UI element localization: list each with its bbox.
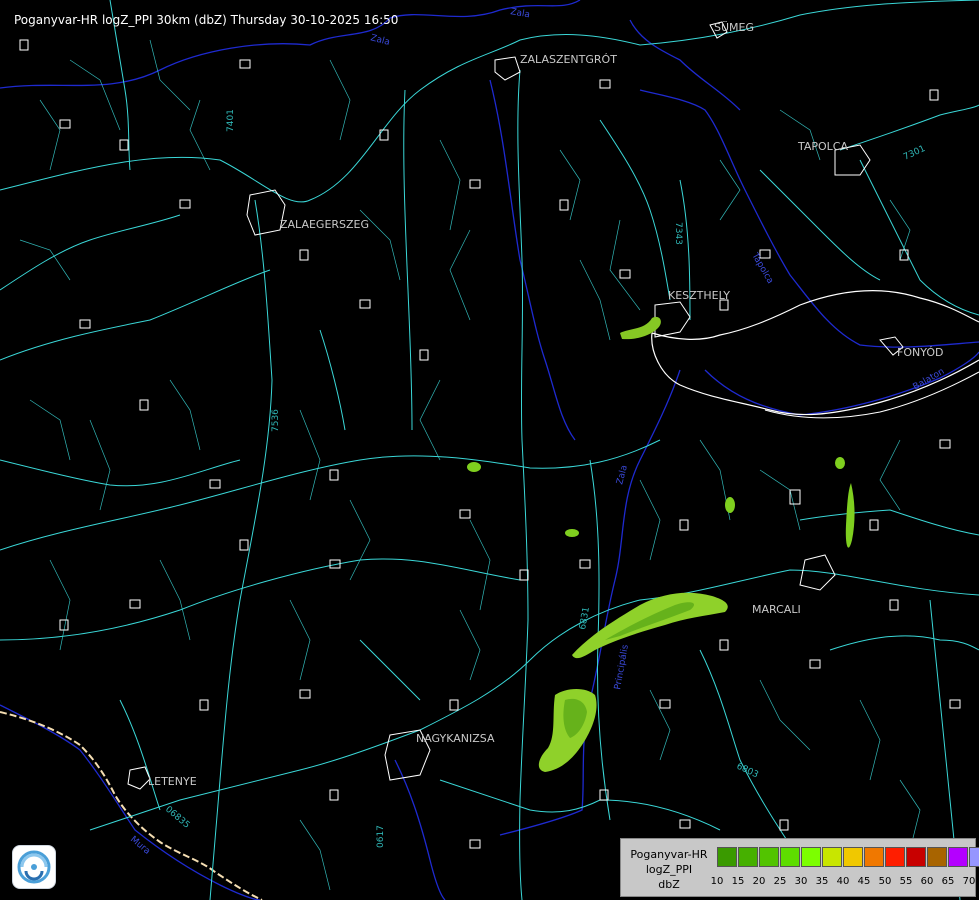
town-label-nagykanizsa: NAGYKANIZSA: [416, 732, 495, 745]
legend-swatches: [717, 847, 979, 867]
legend-tick-label: 40: [836, 876, 850, 887]
legend-swatch: [843, 847, 863, 867]
legend-swatch: [969, 847, 979, 867]
legend-swatch: [885, 847, 905, 867]
legend-swatch: [801, 847, 821, 867]
legend-swatch: [927, 847, 947, 867]
legend-swatch: [759, 847, 779, 867]
legend-tick-label: 60: [920, 876, 934, 887]
legend-swatch: [822, 847, 842, 867]
legend-radar-name: Poganyvar-HR: [630, 848, 708, 861]
legend-swatch: [864, 847, 884, 867]
weather-service-logo-icon: [12, 845, 56, 889]
town-label-zalaszentgrot: ZALASZENTGRÓT: [520, 53, 617, 66]
radar-map[interactable]: SÜMEG ZALASZENTGRÓT TAPOLCA ZALAEGERSZEG…: [0, 0, 979, 900]
town-label-zalaegerszeg: ZALAEGERSZEG: [280, 218, 369, 231]
town-label-sumeg: SÜMEG: [714, 21, 754, 34]
town-label-tapolca: TAPOLCA: [797, 140, 848, 153]
legend-tick-label: 15: [731, 876, 745, 887]
road-label-7536: 7536: [271, 409, 281, 432]
legend-tick-label: 65: [941, 876, 955, 887]
legend-swatch: [780, 847, 800, 867]
legend-swatch: [717, 847, 737, 867]
road-label-0617: 0617: [376, 825, 386, 848]
legend-label: Poganyvar-HR logZ_PPI dbZ: [625, 847, 713, 892]
legend-tick-label: 50: [878, 876, 892, 887]
town-label-marcali: MARCALI: [752, 603, 801, 616]
echo-small-4: [835, 457, 845, 469]
legend-swatch: [906, 847, 926, 867]
echo-small-2: [565, 529, 579, 537]
legend-tick-label: 45: [857, 876, 871, 887]
legend-tick-label: 20: [752, 876, 766, 887]
legend-tick-label: 25: [773, 876, 787, 887]
legend-ticks: 10 15 20 25 30 35 40 45 50 55 60 65 70: [710, 876, 976, 890]
legend-tick-label: 30: [794, 876, 808, 887]
legend-tick-label: 70: [962, 876, 976, 887]
road-label-7401: 7401: [226, 109, 236, 132]
town-label-keszthely: KESZTHELY: [668, 289, 730, 302]
legend-tick-label: 35: [815, 876, 829, 887]
road-label-7343: 7343: [673, 222, 683, 245]
map-background: [0, 0, 979, 900]
legend-unit: dbZ: [658, 878, 680, 891]
town-label-letenye: LETENYE: [148, 775, 197, 788]
echo-small-3: [725, 497, 735, 513]
legend-swatch: [738, 847, 758, 867]
town-label-fonyod: FONYÓD: [897, 346, 943, 359]
dbz-color-legend: Poganyvar-HR logZ_PPI dbZ 10 15 20 25 30 35 40…: [620, 838, 979, 897]
radar-product-title: Poganyvar-HR logZ_PPI 30km (dbZ) Thursda…: [14, 13, 399, 27]
legend-product-name: logZ_PPI: [645, 863, 693, 876]
legend-tick-label: 10: [710, 876, 724, 887]
echo-small-1: [467, 462, 481, 472]
legend-tick-label: 55: [899, 876, 913, 887]
legend-swatch: [948, 847, 968, 867]
